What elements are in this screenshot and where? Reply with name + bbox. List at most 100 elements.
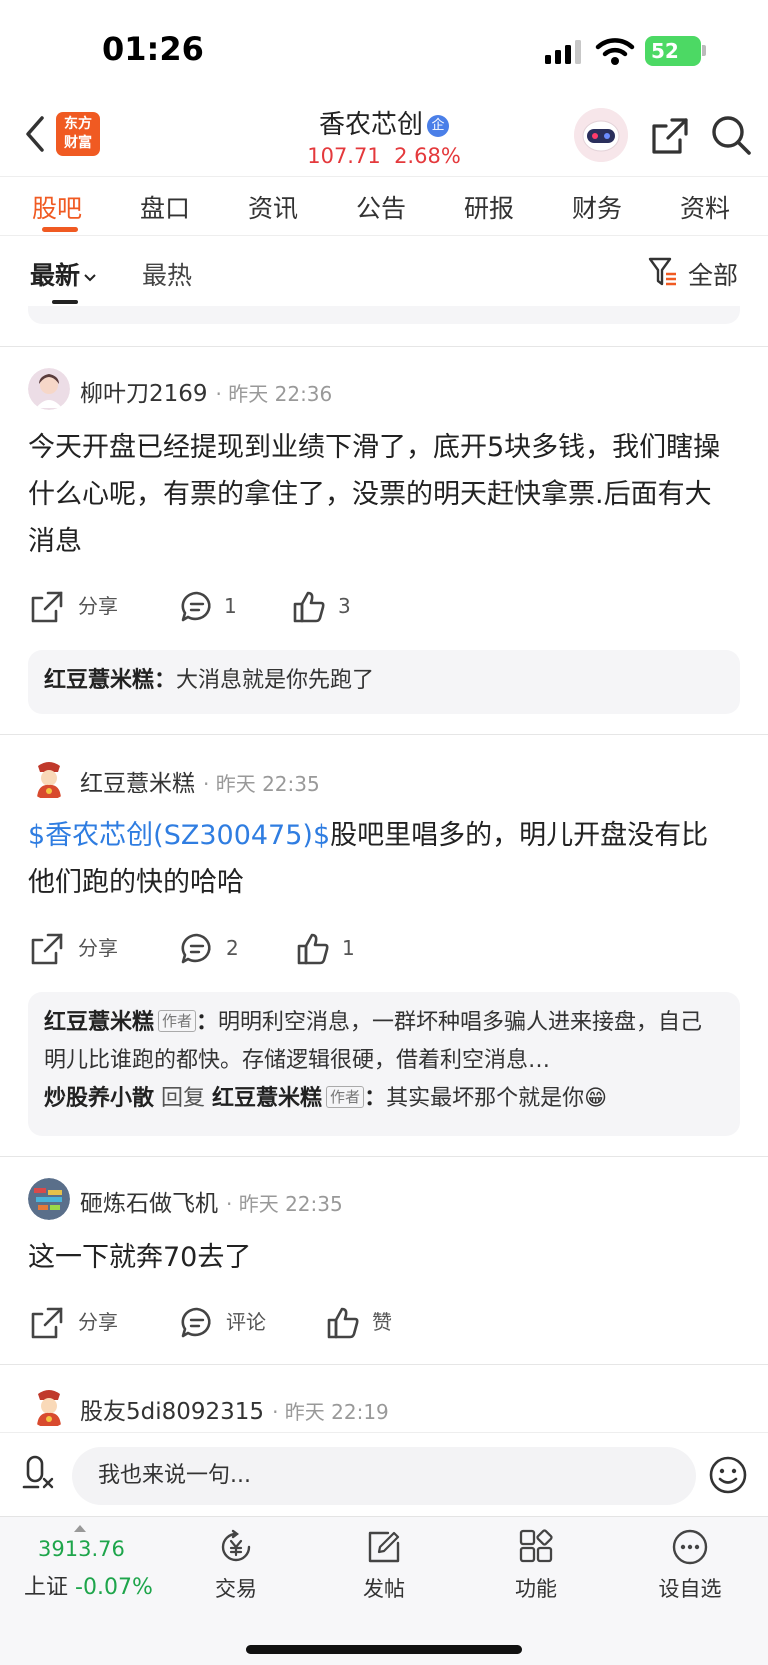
- reply-author[interactable]: 红豆薏米糕: [44, 1010, 154, 1035]
- nav-post[interactable]: 发帖: [334, 1527, 434, 1603]
- robot-assistant-icon[interactable]: [574, 108, 628, 162]
- battery-level: 52: [651, 39, 679, 63]
- search-icon[interactable]: [710, 114, 752, 156]
- reply-author[interactable]: 红豆薏米糕: [44, 668, 154, 693]
- post-actions: 分享 评论 赞: [30, 1302, 730, 1342]
- post-actions: 分享 2 1: [30, 928, 730, 968]
- post-body[interactable]: 今天开盘已经提现到业绩下滑了，底开5块多钱，我们瞎操什么心呢，有票的拿住了，没票…: [28, 424, 728, 565]
- filter-icon[interactable]: [648, 256, 678, 288]
- stock-price: 107.71: [307, 144, 381, 168]
- compose-icon: [368, 1531, 400, 1563]
- status-time: 01:26: [102, 30, 204, 68]
- sort-bar: 最新 最热 全部: [0, 236, 768, 306]
- avatar[interactable]: [28, 368, 70, 410]
- reply-preview[interactable]: 红豆薏米糕：大消息就是你先跑了: [28, 650, 740, 714]
- comment-icon: [181, 591, 211, 622]
- reply-item: 红豆薏米糕 作者 ：明明利空消息，一群坏种唱多骗人进来接盘，自己明儿比谁跑的都快。存…: [44, 1010, 703, 1073]
- tab-pankou[interactable]: 盘口: [140, 189, 190, 225]
- tab-research[interactable]: 研报: [464, 189, 514, 225]
- trade-yen-icon: [221, 1529, 251, 1562]
- share-icon: [31, 933, 63, 965]
- grid-apps-icon: [519, 1529, 553, 1563]
- post-time: · 昨天 22:19: [272, 1400, 389, 1424]
- chevron-down-icon: [84, 274, 96, 282]
- post-author[interactable]: 柳叶刀2169 · 昨天 22:36: [80, 374, 332, 408]
- comment-button[interactable]: 评论: [180, 1302, 300, 1342]
- comment-icon: [181, 1307, 211, 1338]
- nav-watchlist[interactable]: 设自选: [640, 1527, 740, 1603]
- cellular-signal-icon: [545, 40, 581, 64]
- avatar[interactable]: [28, 1386, 70, 1428]
- index-value[interactable]: 3913.76: [38, 1537, 125, 1561]
- like-button[interactable]: 赞: [326, 1302, 426, 1342]
- more-dots-icon: [672, 1529, 708, 1565]
- divider: [0, 346, 768, 347]
- tab-news[interactable]: 资讯: [248, 189, 298, 225]
- post-body[interactable]: $香农芯创(SZ300475)$股吧里唱多的，明儿开盘没有比他们跑的快的哈哈: [28, 812, 728, 906]
- index-ticker[interactable]: 上证 -0.07%: [24, 1569, 153, 1601]
- share-button[interactable]: 分享: [30, 928, 150, 968]
- sort-hot[interactable]: 最热: [142, 256, 192, 292]
- voice-input-icon[interactable]: [22, 1453, 58, 1493]
- reply-text: 其实最坏那个就是你😁: [386, 1086, 608, 1111]
- wifi-icon: [595, 38, 635, 65]
- previous-post-edge: [28, 306, 740, 324]
- share-icon: [31, 591, 63, 623]
- home-indicator[interactable]: [246, 1645, 522, 1654]
- section-tabs: 股吧 盘口 资讯 公告 研报 财务 资料: [0, 176, 768, 236]
- sort-latest[interactable]: 最新: [30, 256, 98, 292]
- battery-tip: [702, 45, 706, 56]
- emoji-icon[interactable]: [708, 1455, 748, 1495]
- share-button[interactable]: 分享: [30, 586, 150, 626]
- caret-up-icon[interactable]: [74, 1525, 86, 1532]
- post-author[interactable]: 股友5di8092315 · 昨天 22:19: [80, 1392, 389, 1426]
- verified-badge-icon: 企: [427, 115, 449, 137]
- tab-announcements[interactable]: 公告: [356, 189, 406, 225]
- bottom-nav: 3913.76 上证 -0.07% 交易 发帖 功能 设自选: [0, 1516, 768, 1665]
- share-icon: [31, 1307, 63, 1339]
- avatar[interactable]: [28, 1178, 70, 1220]
- post-time: · 昨天 22:35: [203, 772, 320, 796]
- share-external-icon[interactable]: [650, 116, 690, 156]
- post-actions: 分享 1 3: [30, 586, 730, 626]
- divider: [0, 734, 768, 735]
- author-tag: 作者: [326, 1086, 365, 1108]
- post-author[interactable]: 砸炼石做飞机 · 昨天 22:35: [80, 1184, 343, 1218]
- thumbs-up-icon: [327, 1307, 359, 1339]
- reply-item: 红豆薏米糕：大消息就是你先跑了: [44, 668, 375, 693]
- tab-profile[interactable]: 资料: [680, 189, 730, 225]
- stock-header: 东方 财富 香农芯创企 107.71 2.68%: [0, 100, 768, 176]
- stock-mention-link[interactable]: $香农芯创(SZ300475)$: [28, 820, 330, 851]
- comment-button[interactable]: 1: [180, 586, 280, 626]
- stock-name: 香农芯创: [318, 110, 423, 140]
- tab-finance[interactable]: 财务: [572, 189, 622, 225]
- post-time: · 昨天 22:35: [226, 1192, 343, 1216]
- filter-all[interactable]: 全部: [688, 256, 738, 292]
- divider: [0, 1156, 768, 1157]
- reply-author[interactable]: 炒股养小散: [44, 1086, 154, 1111]
- tab-guba[interactable]: 股吧: [32, 189, 82, 225]
- post-time: · 昨天 22:36: [215, 382, 333, 406]
- like-button[interactable]: 1: [296, 928, 396, 968]
- reply-target[interactable]: 红豆薏米糕: [212, 1086, 322, 1111]
- divider: [0, 1364, 768, 1365]
- author-tag: 作者: [158, 1010, 197, 1032]
- reply-preview[interactable]: 红豆薏米糕 作者 ：明明利空消息，一群坏种唱多骗人进来接盘，自己明儿比谁跑的都快。存…: [28, 992, 740, 1136]
- stock-change-pct: 2.68%: [394, 144, 461, 168]
- post-author[interactable]: 红豆薏米糕 · 昨天 22:35: [80, 764, 320, 798]
- comment-button[interactable]: 2: [180, 928, 280, 968]
- nav-trade[interactable]: 交易: [186, 1527, 286, 1603]
- avatar[interactable]: [28, 758, 70, 800]
- like-button[interactable]: 3: [292, 586, 392, 626]
- comment-input[interactable]: 我也来说一句...: [72, 1447, 696, 1505]
- comment-icon: [181, 933, 211, 964]
- status-bar: 01:26 52: [0, 0, 768, 100]
- thumbs-up-icon: [293, 591, 325, 623]
- post-body[interactable]: 这一下就奔70去了: [28, 1234, 728, 1281]
- reply-text: 大消息就是你先跑了: [176, 668, 375, 693]
- thumbs-up-icon: [297, 933, 329, 965]
- comment-bar: 我也来说一句...: [0, 1432, 768, 1516]
- reply-item: 炒股养小散 回复 红豆薏米糕 作者 ：其实最坏那个就是你😁: [44, 1086, 608, 1111]
- nav-functions[interactable]: 功能: [486, 1527, 586, 1603]
- share-button[interactable]: 分享: [30, 1302, 150, 1342]
